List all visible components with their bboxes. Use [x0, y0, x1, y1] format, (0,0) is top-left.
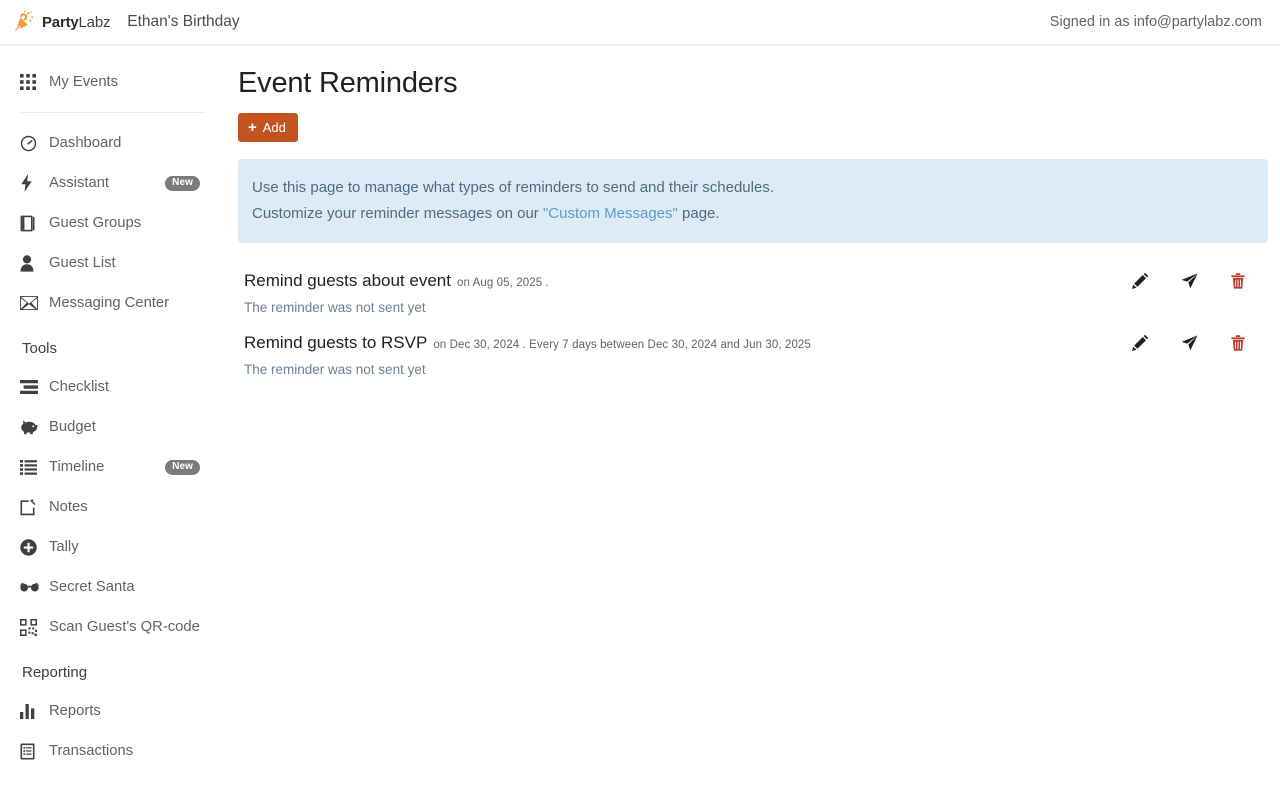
checklist-icon	[20, 377, 42, 397]
lightning-bolt-icon	[20, 173, 42, 193]
document-list-icon	[20, 741, 42, 761]
sidebar-item-guest-list[interactable]: Guest List	[0, 243, 224, 283]
add-button-label: Add	[262, 120, 286, 135]
sidebar-item-label: Secret Santa	[49, 579, 135, 595]
info-banner-line2-after: page.	[677, 205, 720, 222]
info-banner-line2-before: Customize your reminder messages on our	[252, 205, 543, 222]
sidebar-item-label: Scan Guest's QR-code	[49, 619, 200, 635]
reminder-row: Remind guests about event on Aug 05, 202…	[238, 265, 1268, 327]
sidebar-item-label: Messaging Center	[49, 295, 170, 311]
sidebar-section-tools: Tools	[22, 339, 58, 357]
note-edit-icon	[20, 497, 42, 517]
sidebar-section-reporting: Reporting	[22, 663, 88, 681]
envelope-icon	[20, 293, 42, 313]
sidebar-item-checklist[interactable]: Checklist	[0, 367, 224, 407]
reminder-name: Remind guests to RSVP	[244, 333, 428, 352]
custom-messages-link[interactable]: "Custom Messages"	[543, 205, 678, 222]
sidebar-item-assistant[interactable]: Assistant New	[0, 163, 224, 203]
sidebar-item-dashboard[interactable]: Dashboard	[0, 123, 224, 163]
sidebar-item-messaging-center[interactable]: Messaging Center	[0, 283, 224, 323]
new-badge: New	[165, 459, 200, 475]
sidebar-item-tally[interactable]: Tally	[0, 527, 224, 567]
sidebar-item-label: Guest List	[49, 255, 116, 271]
sidebar-item-timeline[interactable]: Timeline New	[0, 447, 224, 487]
reminder-row-actions	[1130, 333, 1248, 353]
delete-reminder-button[interactable]	[1228, 271, 1248, 291]
main-content: Event Reminders + Add Use this page to m…	[224, 46, 1280, 800]
sidebar-item-label: Budget	[49, 419, 96, 435]
plus-icon: +	[248, 118, 257, 136]
sidebar-item-label: Notes	[49, 499, 88, 515]
sidebar-item-label: Dashboard	[49, 135, 122, 151]
brand-name-light: Labz	[78, 13, 111, 31]
brand-logo-area[interactable]: PartyLabz	[11, 9, 110, 35]
send-reminder-button[interactable]	[1179, 333, 1199, 353]
reminder-schedule: on Dec 30, 2024 . Every 7 days between D…	[433, 339, 811, 351]
sidebar-item-guest-groups[interactable]: Guest Groups	[0, 203, 224, 243]
reminder-list: Remind guests about event on Aug 05, 202…	[238, 265, 1268, 389]
sidebar-item-label: Checklist	[49, 379, 110, 395]
sidebar-navigation: My Events Dashboard Assistant New Guest …	[0, 46, 224, 800]
info-banner-line-1: Use this page to manage what types of re…	[252, 179, 774, 196]
sidebar-item-label: Tally	[49, 539, 79, 555]
sidebar-item-label: Transactions	[49, 743, 134, 759]
reminder-heading: Remind guests about event on Aug 05, 202…	[244, 271, 1268, 291]
brand-name-bold: Party	[42, 13, 79, 31]
reminder-status: The reminder was not sent yet	[244, 362, 426, 377]
bar-chart-icon	[20, 701, 42, 721]
edit-reminder-button[interactable]	[1130, 271, 1150, 291]
reminder-schedule: on Aug 05, 2025 .	[456, 277, 549, 289]
event-title: Ethan's Birthday	[127, 13, 240, 30]
sidebar-item-scan-qr-code[interactable]: Scan Guest's QR-code	[0, 607, 224, 647]
sidebar-item-transactions[interactable]: Transactions	[0, 731, 224, 771]
sidebar-item-my-events[interactable]: My Events	[0, 62, 224, 102]
grid-icon	[20, 72, 42, 92]
add-reminder-button[interactable]: + Add	[238, 113, 298, 142]
plus-circle-icon	[20, 537, 42, 557]
top-header-bar: PartyLabz Ethan's Birthday Signed in as …	[0, 0, 1280, 45]
signed-in-user[interactable]: Signed in as info@partylabz.com	[1050, 14, 1262, 30]
sidebar-item-label: Assistant	[49, 175, 110, 191]
brand-name: PartyLabz	[42, 14, 110, 31]
piggy-bank-icon	[20, 417, 42, 437]
party-popper-logo-icon	[11, 9, 37, 35]
person-icon	[20, 253, 42, 273]
sidebar-item-budget[interactable]: Budget	[0, 407, 224, 447]
edit-reminder-button[interactable]	[1130, 333, 1150, 353]
new-badge: New	[165, 175, 200, 191]
reminder-name: Remind guests about event	[244, 271, 451, 290]
sidebar-item-label: Reports	[49, 703, 101, 719]
reminder-row-actions	[1130, 271, 1248, 291]
sidebar-item-reports[interactable]: Reports	[0, 691, 224, 731]
reminder-row: Remind guests to RSVP on Dec 30, 2024 . …	[238, 327, 1268, 389]
sidebar-divider	[20, 112, 205, 113]
glasses-icon	[20, 577, 42, 597]
sidebar-item-secret-santa[interactable]: Secret Santa	[0, 567, 224, 607]
sidebar-item-notes[interactable]: Notes	[0, 487, 224, 527]
page-title: Event Reminders	[238, 67, 458, 99]
list-timeline-icon	[20, 457, 42, 477]
send-reminder-button[interactable]	[1179, 271, 1199, 291]
delete-reminder-button[interactable]	[1228, 333, 1248, 353]
info-banner: Use this page to manage what types of re…	[238, 159, 1268, 243]
sidebar-item-label: Guest Groups	[49, 215, 142, 231]
qr-code-icon	[20, 617, 42, 637]
sidebar-item-label: Timeline	[49, 459, 105, 475]
reminder-heading: Remind guests to RSVP on Dec 30, 2024 . …	[244, 333, 1268, 353]
dashboard-gauge-icon	[20, 133, 42, 153]
book-groups-icon	[20, 213, 42, 233]
info-banner-line-2: Customize your reminder messages on our …	[252, 201, 1254, 227]
reminder-status: The reminder was not sent yet	[244, 300, 426, 315]
sidebar-item-label: My Events	[49, 74, 119, 90]
